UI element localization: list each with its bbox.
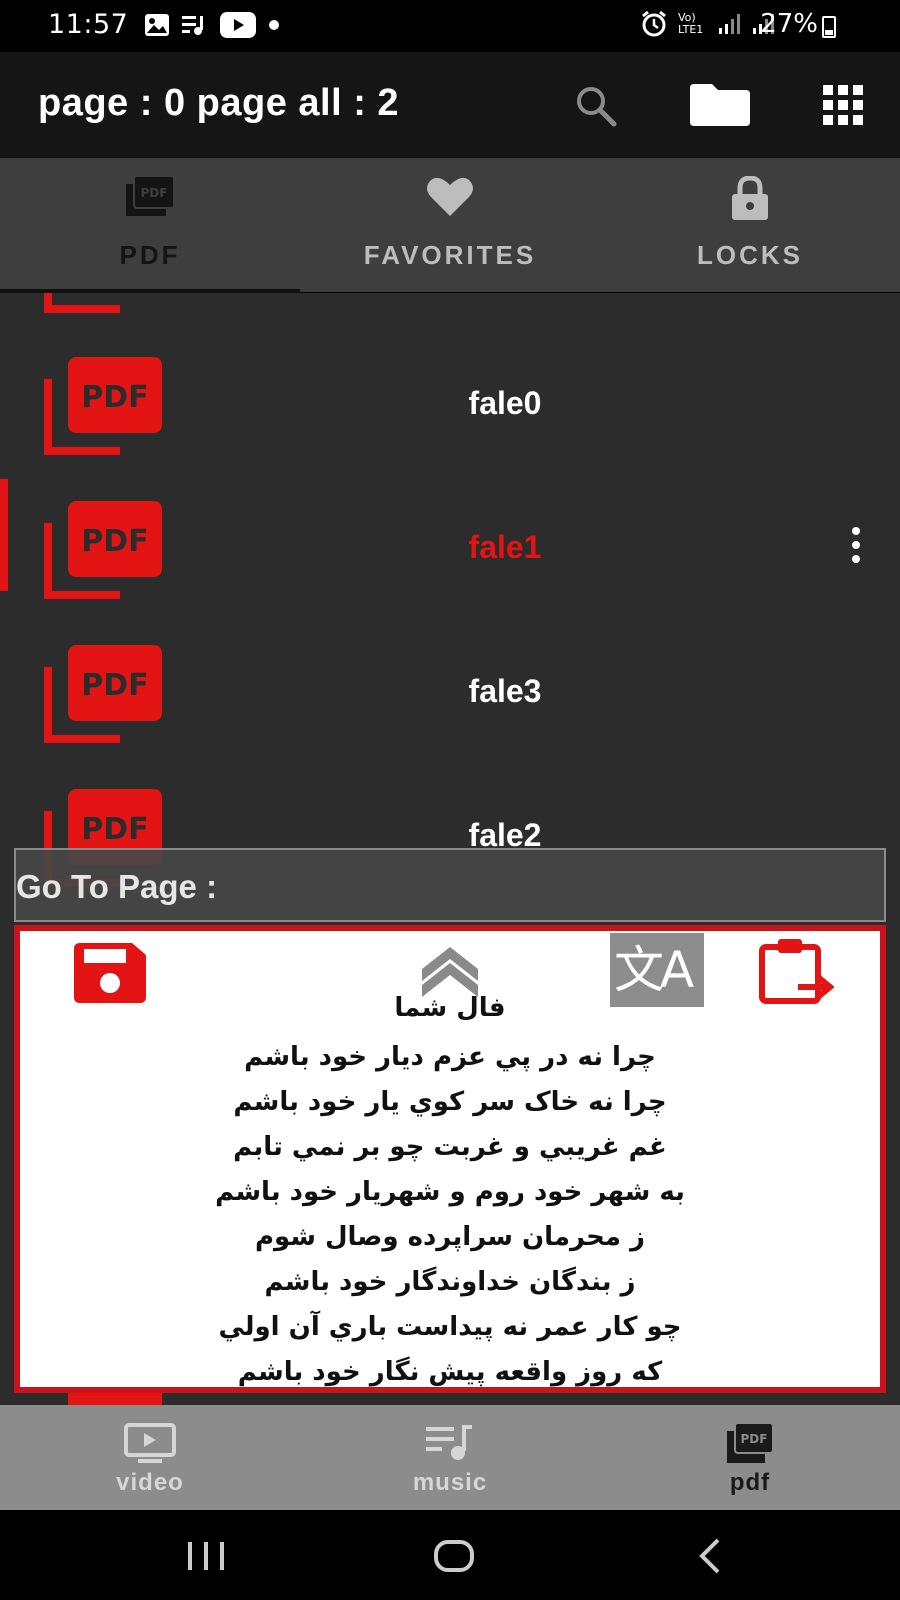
status-time: 11:57 <box>48 9 129 40</box>
file-name: fale1 <box>468 529 542 565</box>
bottom-navigation: video music PDF pdf <box>0 1405 900 1510</box>
poem-line: چرا نه در پي عزم ديار خود باشم <box>244 1042 656 1072</box>
fortune-panel: 文A فال شما چرا نه در پي عزم ديار خود باش… <box>14 925 886 1393</box>
search-icon[interactable] <box>574 84 618 128</box>
pdf-file-icon: PDF <box>44 293 120 313</box>
heart-icon <box>427 177 473 216</box>
home-icon[interactable] <box>430 1536 480 1576</box>
tab-favorites[interactable]: FAVORITES <box>300 158 600 292</box>
poem-text: چرا نه در پي عزم ديار خود باشم چرا نه خا… <box>20 1035 880 1395</box>
poem-line: ز بندگان خداوندگار خود باشم <box>264 1267 636 1297</box>
tab-label: PDF <box>119 240 181 270</box>
collapse-up-icon[interactable] <box>420 943 480 997</box>
poem-line: ز محرمان سراپرده وصال شوم <box>254 1222 646 1252</box>
youtube-icon <box>220 12 256 38</box>
status-notification-icons <box>144 12 280 38</box>
goto-page-field[interactable]: Go To Page : <box>14 848 886 922</box>
gallery-icon <box>145 14 169 36</box>
file-name: fale0 <box>468 385 542 421</box>
tab-bar: PDF PDF FAVORITES LOCKS <box>0 158 900 292</box>
poem-title: فال شما <box>394 993 506 1023</box>
battery-percent: 27% <box>760 9 818 39</box>
tab-label: LOCKS <box>697 240 803 270</box>
tab-label: FAVORITES <box>363 240 537 270</box>
poem-line: که روز واقعه پيش نگار خود باشم <box>237 1357 663 1387</box>
lock-icon <box>732 176 768 220</box>
alarm-icon <box>642 10 666 37</box>
status-bar: 11:57 Vo) LTE1 27% <box>0 0 900 52</box>
poem-line: چرا نه خاک سر کوي يار خود باشم <box>233 1087 667 1117</box>
goto-page-label: Go To Page : <box>16 868 218 905</box>
list-item-selected[interactable]: PDF fale1 <box>0 479 900 623</box>
nav-label: video <box>116 1469 184 1496</box>
translate-glyphs: 文A <box>614 941 694 999</box>
nav-video[interactable]: video <box>0 1405 300 1510</box>
file-name: fale3 <box>468 673 542 709</box>
list-item[interactable]: PDF fale3 <box>0 623 900 767</box>
pdf-stack-icon: PDF <box>727 1423 774 1463</box>
back-icon[interactable] <box>688 1536 738 1576</box>
status-system-icons: Vo) LTE1 <box>640 10 776 38</box>
list-item[interactable]: PDF <box>0 293 900 337</box>
page-title: page : 0 page all : 2 <box>38 82 400 124</box>
apps-grid-icon[interactable] <box>823 85 863 125</box>
recent-apps-icon[interactable] <box>182 1536 232 1576</box>
more-vert-icon[interactable] <box>846 525 866 565</box>
battery-icon <box>822 16 836 38</box>
network-label: Vo) LTE1 <box>678 11 704 36</box>
pdf-stack-icon: PDF <box>126 176 175 216</box>
poem-line: به شهر خود روم و شهريار خود باشم <box>215 1177 685 1207</box>
dot-icon <box>269 20 279 30</box>
playlist-icon <box>182 16 203 35</box>
folder-icon[interactable] <box>688 82 752 128</box>
music-icon <box>426 1425 472 1460</box>
list-item[interactable]: PDF fale0 <box>0 335 900 479</box>
svg-text:PDF: PDF <box>741 1432 768 1446</box>
video-icon <box>124 1423 176 1463</box>
nav-label: music <box>412 1469 488 1496</box>
signal-icon <box>719 14 740 34</box>
poem-line: چو کار عمر نه پيداست باري آن اولي <box>218 1312 682 1342</box>
system-navigation-bar <box>0 1510 900 1600</box>
nav-pdf[interactable]: PDF pdf <box>600 1405 900 1510</box>
tab-locks[interactable]: LOCKS <box>600 158 900 292</box>
app-bar: page : 0 page all : 2 <box>0 52 900 158</box>
poem-line: غم غريبي و غربت چو بر نمي تابم <box>233 1132 667 1162</box>
svg-text:PDF: PDF <box>141 186 168 200</box>
nav-label: pdf <box>729 1469 771 1496</box>
tab-pdf[interactable]: PDF PDF <box>0 158 300 292</box>
nav-music[interactable]: music <box>300 1405 600 1510</box>
